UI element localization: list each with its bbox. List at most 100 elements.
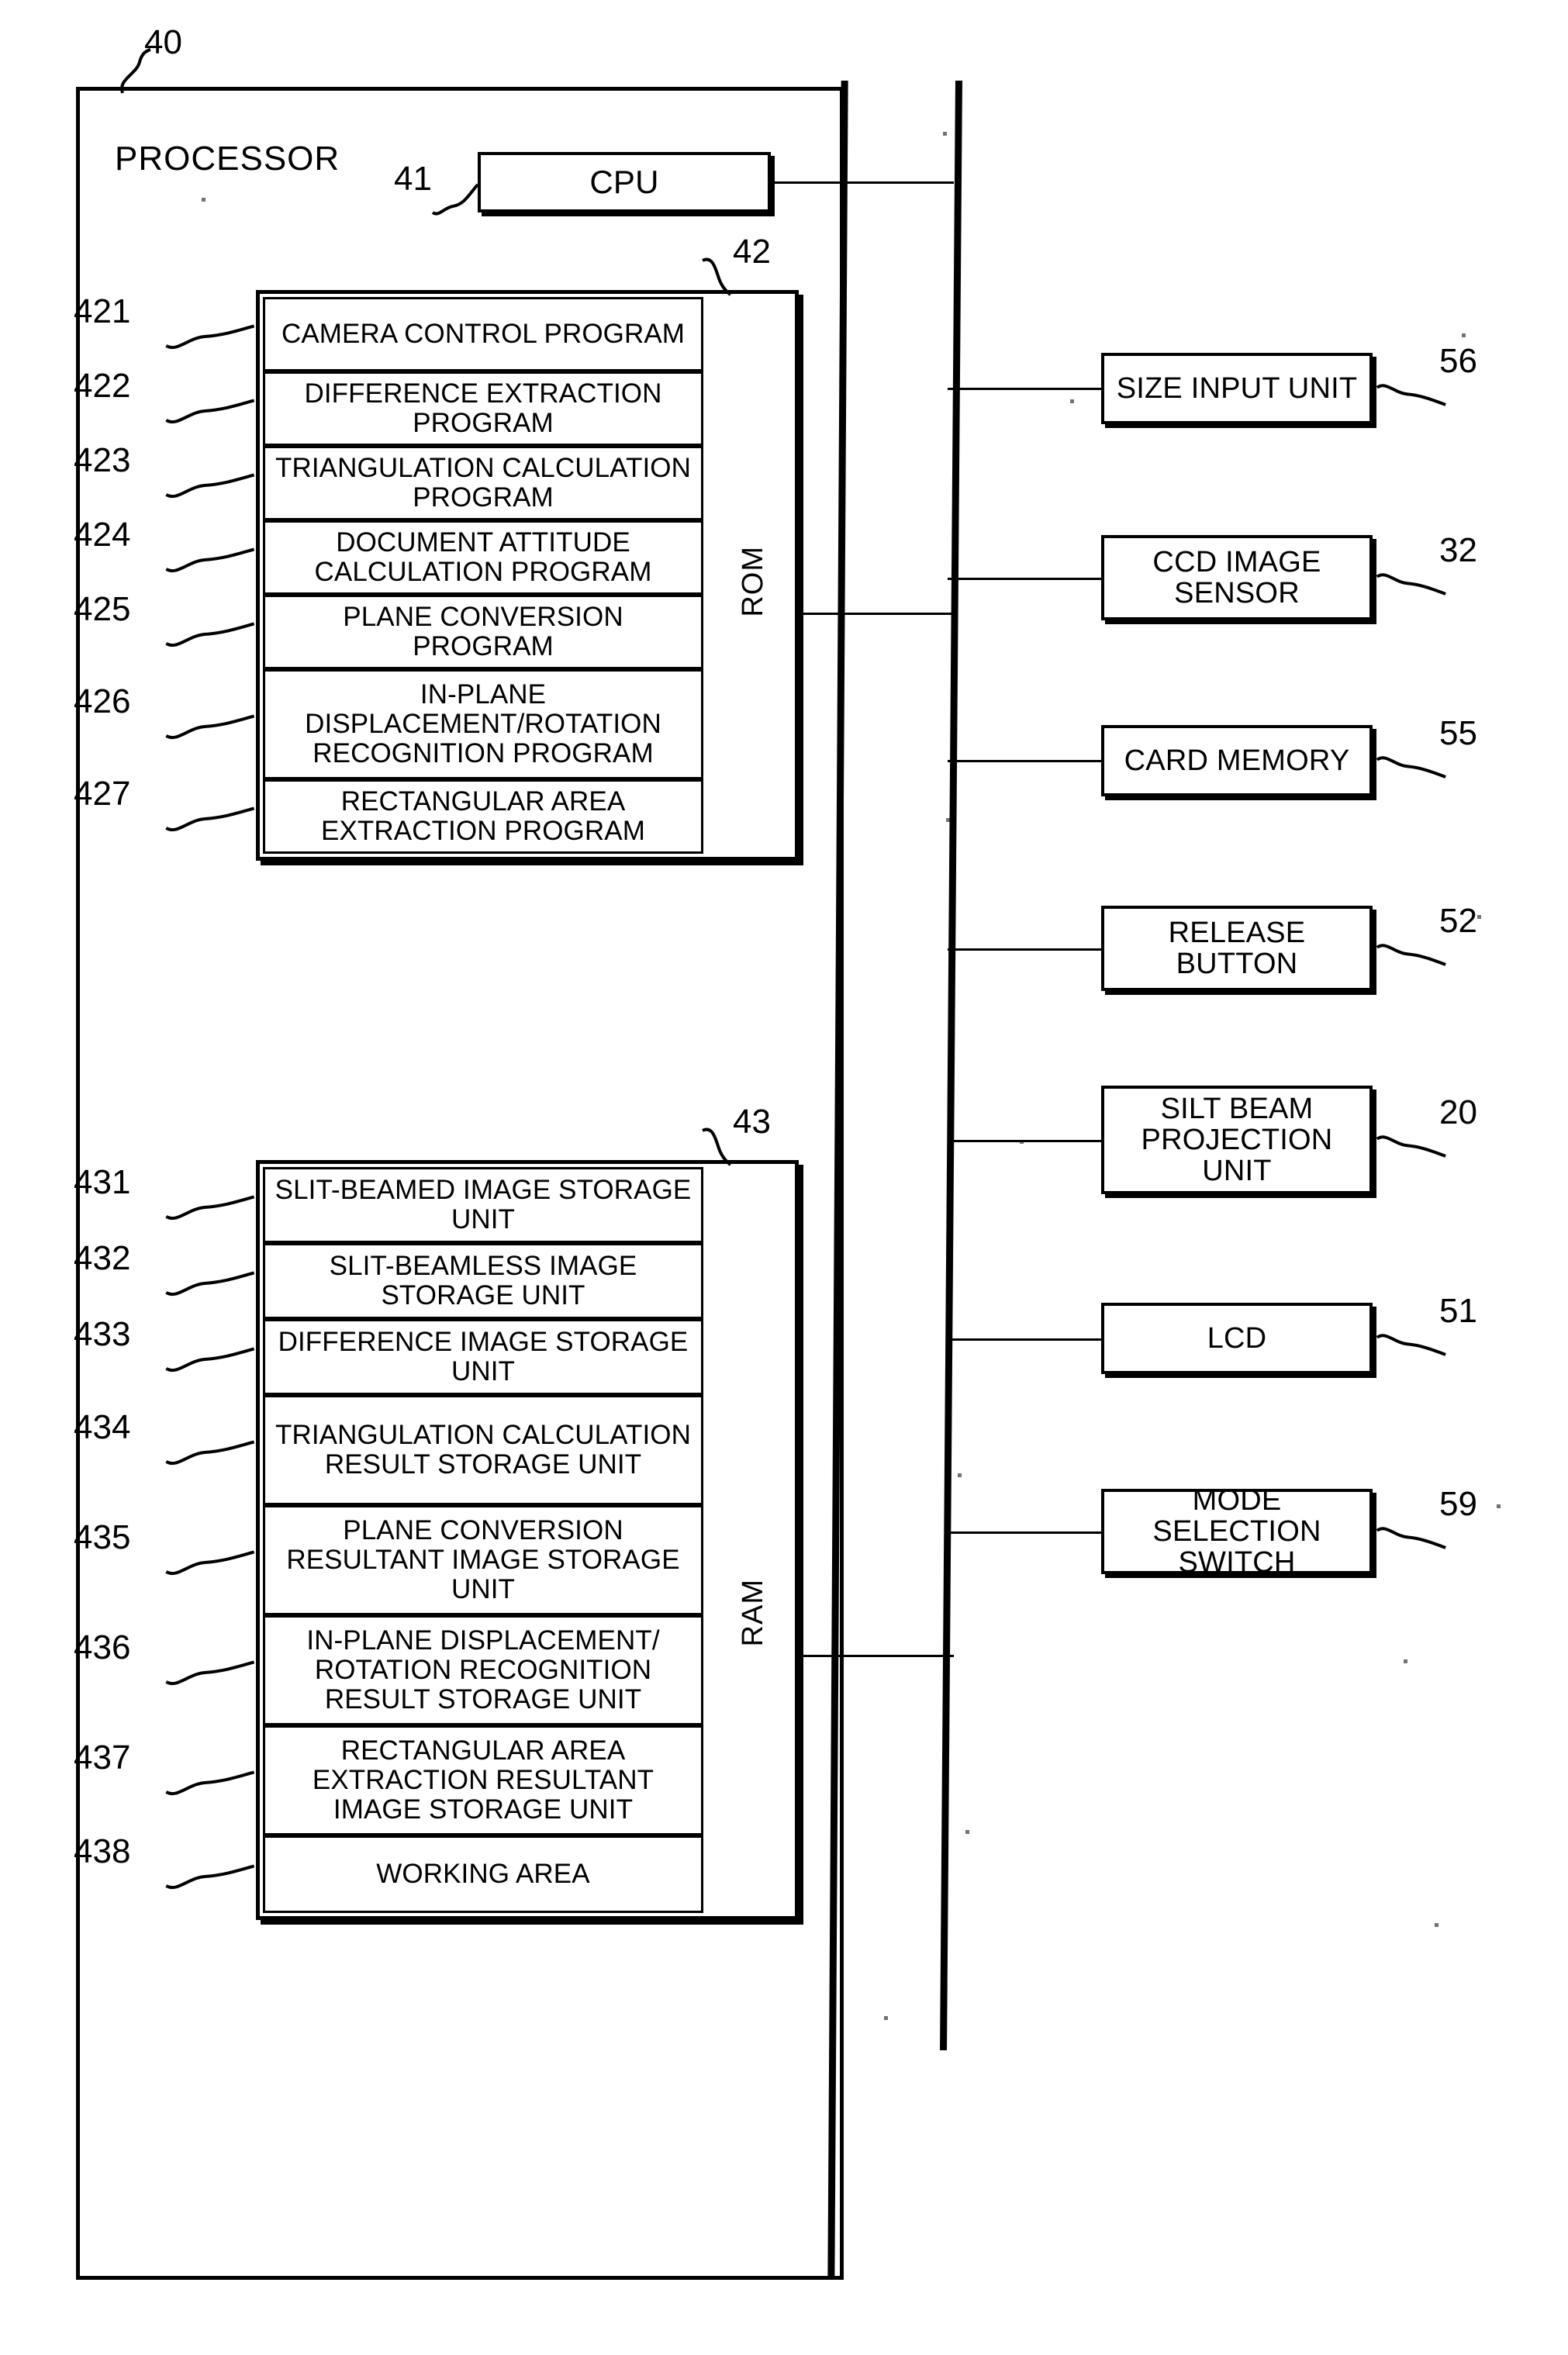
peripheral-link-51 (948, 1338, 1104, 1341)
ref-59: 59 (1439, 1485, 1477, 1523)
ram-cell-label-435: PLANE CONVERSION RESULTANT IMAGE STORAGE… (286, 1514, 680, 1605)
rom-cell-label-425: PLANE CONVERSION PROGRAM (343, 601, 623, 661)
leader-426 (164, 713, 256, 740)
rom-cell-label-426: IN-PLANE DISPLACEMENT/ROTATION RECOGNITI… (305, 679, 661, 769)
peripheral-label-56: SIZE INPUT UNIT (1116, 371, 1358, 405)
peripheral-20: SILT BEAM PROJECTION UNIT (1101, 1086, 1373, 1194)
cpu-block: CPU (478, 152, 771, 212)
cpu-label: CPU (589, 163, 659, 200)
rom-cell-424: DOCUMENT ATTITUDE CALCULATION PROGRAM (263, 520, 703, 595)
leader-41 (431, 183, 479, 216)
ref-51: 51 (1439, 1292, 1477, 1330)
leader-423 (164, 472, 256, 499)
rom-bus-link (799, 613, 954, 615)
ref-436: 436 (74, 1628, 131, 1666)
ref-425: 425 (74, 590, 131, 628)
peripheral-label-51: LCD (1207, 1321, 1267, 1355)
scan-speck-10 (1497, 1504, 1501, 1508)
rom-cell-label-422: DIFFERENCE EXTRACTION PROGRAM (304, 378, 662, 438)
ref-432: 432 (74, 1239, 131, 1277)
ref-55: 55 (1439, 714, 1477, 752)
scan-speck-2 (1462, 333, 1466, 337)
scan-speck-9 (958, 1473, 962, 1477)
rom-cell-426: IN-PLANE DISPLACEMENT/ROTATION RECOGNITI… (263, 669, 703, 779)
leader-425 (164, 621, 256, 647)
scan-speck-14 (884, 2016, 888, 2020)
ram-cell-label-432: SLIT-BEAMLESS IMAGE STORAGE UNIT (329, 1250, 637, 1310)
ram-cell-label-431: SLIT-BEAMED IMAGE STORAGE UNIT (275, 1174, 692, 1234)
ref-424: 424 (74, 516, 131, 554)
ref-41: 41 (394, 160, 432, 198)
ref-52: 52 (1439, 902, 1477, 940)
leader-52 (1376, 942, 1447, 969)
leader-20 (1376, 1134, 1447, 1160)
ref-422: 422 (74, 367, 131, 405)
peripheral-55: CARD MEMORY (1101, 725, 1373, 796)
leader-40 (120, 48, 151, 94)
rom-cell-label-423: TRIANGULATION CALCULATION PROGRAM (275, 452, 691, 513)
scan-speck-3 (1070, 399, 1074, 403)
ref-20: 20 (1439, 1093, 1477, 1131)
rom-cell-label-424: DOCUMENT ATTITUDE CALCULATION PROGRAM (314, 527, 652, 587)
peripheral-link-20 (948, 1140, 1104, 1142)
rom-cell-427: RECTANGULAR AREA EXTRACTION PROGRAM (263, 779, 703, 854)
scan-speck-6 (1477, 915, 1481, 919)
scan-speck-12 (965, 1830, 969, 1834)
peripheral-label-52: RELEASE BUTTON (1168, 916, 1306, 980)
ref-434: 434 (74, 1408, 131, 1446)
ram-cell-label-437: RECTANGULAR AREA EXTRACTION RESULTANT IM… (312, 1735, 654, 1825)
ref-426: 426 (74, 682, 131, 720)
scan-speck-13 (1435, 1923, 1438, 1927)
rom-cell-422: DIFFERENCE EXTRACTION PROGRAM (263, 371, 703, 446)
scan-speck-4 (1365, 620, 1369, 624)
ram-cell-436: IN-PLANE DISPLACEMENT/ ROTATION RECOGNIT… (263, 1615, 703, 1725)
leader-42 (702, 257, 732, 296)
ram-bus-link (799, 1655, 954, 1657)
rom-cell-423: TRIANGULATION CALCULATION PROGRAM (263, 446, 703, 520)
ram-side-label: RAM (737, 1579, 769, 1647)
ref-435: 435 (74, 1518, 131, 1556)
ref-431: 431 (74, 1163, 131, 1201)
rom-cell-425: PLANE CONVERSION PROGRAM (263, 595, 703, 669)
peripheral-label-59: MODE SELECTION SWITCH (1152, 1483, 1321, 1580)
scan-speck-11 (1404, 1659, 1407, 1663)
leader-59 (1376, 1525, 1447, 1552)
rom-cell-label-427: RECTANGULAR AREA EXTRACTION PROGRAM (321, 786, 645, 846)
leader-56 (1376, 382, 1447, 409)
leader-438 (164, 1863, 256, 1890)
leader-427 (164, 806, 256, 832)
peripheral-51: LCD (1101, 1303, 1373, 1374)
ref-421: 421 (74, 292, 131, 330)
ram-cell-label-438: WORKING AREA (376, 1858, 590, 1889)
peripheral-label-20: SILT BEAM PROJECTION UNIT (1141, 1092, 1333, 1188)
ref-437: 437 (74, 1739, 131, 1777)
peripheral-52: RELEASE BUTTON (1101, 906, 1373, 991)
ram-cell-435: PLANE CONVERSION RESULTANT IMAGE STORAGE… (263, 1505, 703, 1615)
figure-canvas: PROCESSOR 40 CPU 41 ROM 42 RAM 43 CAMERA… (0, 0, 1568, 2355)
ref-433: 433 (74, 1315, 131, 1353)
ref-56: 56 (1439, 342, 1477, 380)
peripheral-label-55: CARD MEMORY (1124, 744, 1350, 777)
scan-speck-7 (1020, 1140, 1024, 1144)
scan-speck-1 (943, 132, 947, 136)
leader-55 (1376, 754, 1447, 781)
leader-435 (164, 1549, 256, 1576)
cpu-bus-link (771, 181, 954, 184)
ram-cell-label-434: TRIANGULATION CALCULATION RESULT STORAGE… (275, 1419, 691, 1480)
leader-422 (164, 398, 256, 424)
leader-437 (164, 1770, 256, 1796)
leader-43 (702, 1127, 732, 1166)
scan-speck-5 (946, 818, 950, 822)
leader-421 (164, 323, 256, 350)
leader-434 (164, 1439, 256, 1466)
ram-cell-434: TRIANGULATION CALCULATION RESULT STORAGE… (263, 1395, 703, 1505)
peripheral-label-32: CCD IMAGE SENSOR (1152, 545, 1321, 609)
rom-cell-421: CAMERA CONTROL PROGRAM (263, 297, 703, 371)
ram-cell-437: RECTANGULAR AREA EXTRACTION RESULTANT IM… (263, 1725, 703, 1835)
ram-cell-label-433: DIFFERENCE IMAGE STORAGE UNIT (278, 1326, 689, 1386)
rom-side-label: ROM (737, 546, 769, 617)
processor-label: PROCESSOR (115, 140, 340, 178)
peripheral-link-59 (948, 1531, 1104, 1534)
ref-427: 427 (74, 775, 131, 813)
ram-cell-438: WORKING AREA (263, 1835, 703, 1913)
